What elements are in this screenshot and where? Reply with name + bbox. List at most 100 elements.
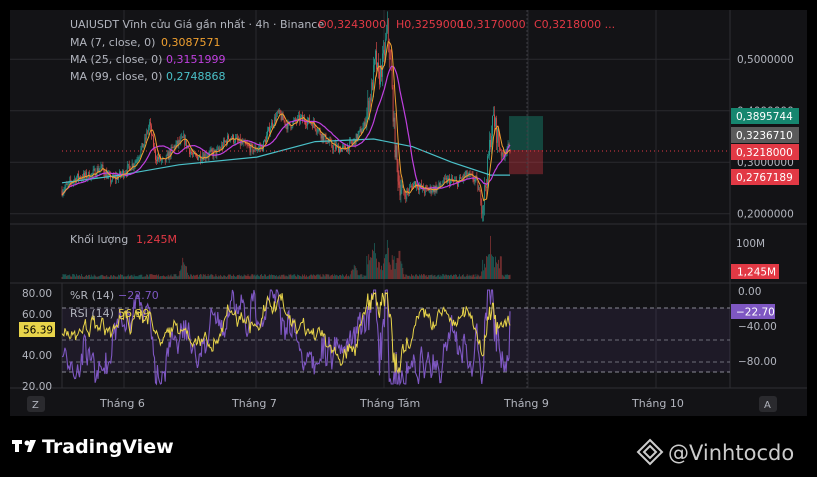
candle-body (306, 124, 307, 126)
volume-bar (180, 269, 182, 279)
candle-body (235, 137, 237, 139)
candle-body (367, 100, 369, 113)
volume-bar (132, 276, 134, 279)
wr-label[interactable]: %R (14) (70, 289, 114, 302)
candle-body (168, 151, 170, 160)
volume-bar (471, 276, 473, 279)
rsi-tick-60: 60.00 (22, 309, 52, 321)
volume-bar (134, 276, 136, 279)
volume-bar (211, 274, 213, 279)
volume-bar (79, 275, 80, 279)
candle-body (479, 189, 481, 192)
ohlc-open: O0,3243000 (318, 18, 386, 31)
volume-bar (182, 257, 184, 279)
volume-bar (177, 276, 179, 279)
volume-bar (82, 276, 83, 279)
price-axis-tags: 0,3895744 0,3236710 0,3218000 0,2767189 (731, 108, 799, 185)
candle-body (482, 210, 484, 214)
volume-bar (208, 276, 210, 279)
candle-body (248, 145, 250, 147)
volume-bar (239, 275, 241, 279)
price-tag-3: 0,2767189 (736, 172, 793, 184)
volume-bar (77, 275, 78, 279)
volume-bar (266, 276, 267, 279)
price-tick-3: 0,2000000 (737, 209, 794, 221)
volume-bar (230, 274, 231, 279)
candle-body (431, 191, 433, 193)
volume-bar (417, 275, 418, 279)
ma7-label[interactable]: MA (7, close, 0) (70, 36, 155, 49)
volume-bar (135, 276, 137, 279)
volume-label[interactable]: Khối lượng (70, 233, 128, 246)
volume-bar (403, 274, 405, 279)
volume-bar (125, 276, 127, 279)
volume-bar (481, 271, 483, 279)
volume-bar (71, 276, 73, 279)
candle-body (492, 115, 493, 136)
volume-bar (95, 276, 97, 279)
candle-body (439, 182, 441, 186)
volume-bar (372, 249, 374, 279)
volume-bar (404, 276, 406, 279)
volume-bar (269, 274, 270, 279)
position-loss-zone[interactable] (509, 150, 543, 175)
ma25-label[interactable]: MA (25, close, 0) (70, 53, 162, 66)
candle-body (260, 146, 262, 148)
candle-body (371, 82, 373, 101)
volume-bar (80, 276, 81, 279)
symbol-title[interactable]: UAIUSDT Vĩnh cửu Giá gần nhất · 4h · Bin… (70, 18, 324, 31)
candle-body (410, 186, 412, 188)
candle-body (316, 131, 318, 133)
volume-bar (261, 274, 262, 279)
price-tag-1: 0,3236710 (736, 130, 793, 142)
candle-body (266, 135, 267, 143)
volume-bar (301, 276, 302, 279)
candle-body (85, 172, 86, 177)
candle-body (100, 166, 102, 169)
position-profit-zone[interactable] (509, 116, 543, 151)
volume-bar (432, 276, 434, 279)
volume-bar (410, 276, 412, 279)
candle-body (183, 134, 185, 138)
tradingview-brand[interactable]: TradingView (42, 436, 174, 458)
volume-bar (250, 275, 252, 279)
candle-body (265, 140, 266, 143)
volume-bar (499, 256, 501, 279)
volume-bar (308, 276, 309, 279)
volume-bar (456, 274, 457, 279)
volume-bar (155, 275, 156, 279)
candle-body (496, 118, 497, 143)
volume-bar (467, 276, 469, 279)
volume-bar (260, 274, 262, 279)
volume-bar (493, 257, 494, 279)
volume-bar (478, 275, 480, 279)
volume-bar (362, 276, 364, 279)
volume-bar (210, 274, 212, 279)
volume-bar (98, 276, 100, 279)
volume-bar (94, 275, 96, 279)
volume-bar (360, 274, 362, 279)
a-button-label: A (764, 400, 771, 411)
candle-body (218, 148, 220, 151)
candle-body (360, 128, 362, 134)
volume-bar (283, 274, 285, 279)
volume-bar (302, 274, 303, 279)
candle-body (448, 178, 449, 179)
volume-bar (278, 274, 280, 279)
volume-bar (314, 275, 316, 279)
volume-bar (399, 250, 401, 279)
rsi-label[interactable]: RSI (14) (70, 307, 114, 320)
candle-body (252, 144, 254, 153)
volume-bar (438, 274, 440, 279)
volume-bar (184, 264, 186, 279)
volume-bar (218, 275, 220, 279)
volume-bar (412, 275, 413, 279)
candle-body (259, 146, 261, 148)
volume-bar (443, 274, 445, 279)
volume-bar (65, 274, 67, 279)
candle-body (460, 178, 462, 180)
candle-body (273, 117, 275, 126)
volume-bar (506, 274, 508, 279)
ma99-label[interactable]: MA (99, close, 0) (70, 70, 162, 83)
volume-bar (176, 275, 178, 279)
